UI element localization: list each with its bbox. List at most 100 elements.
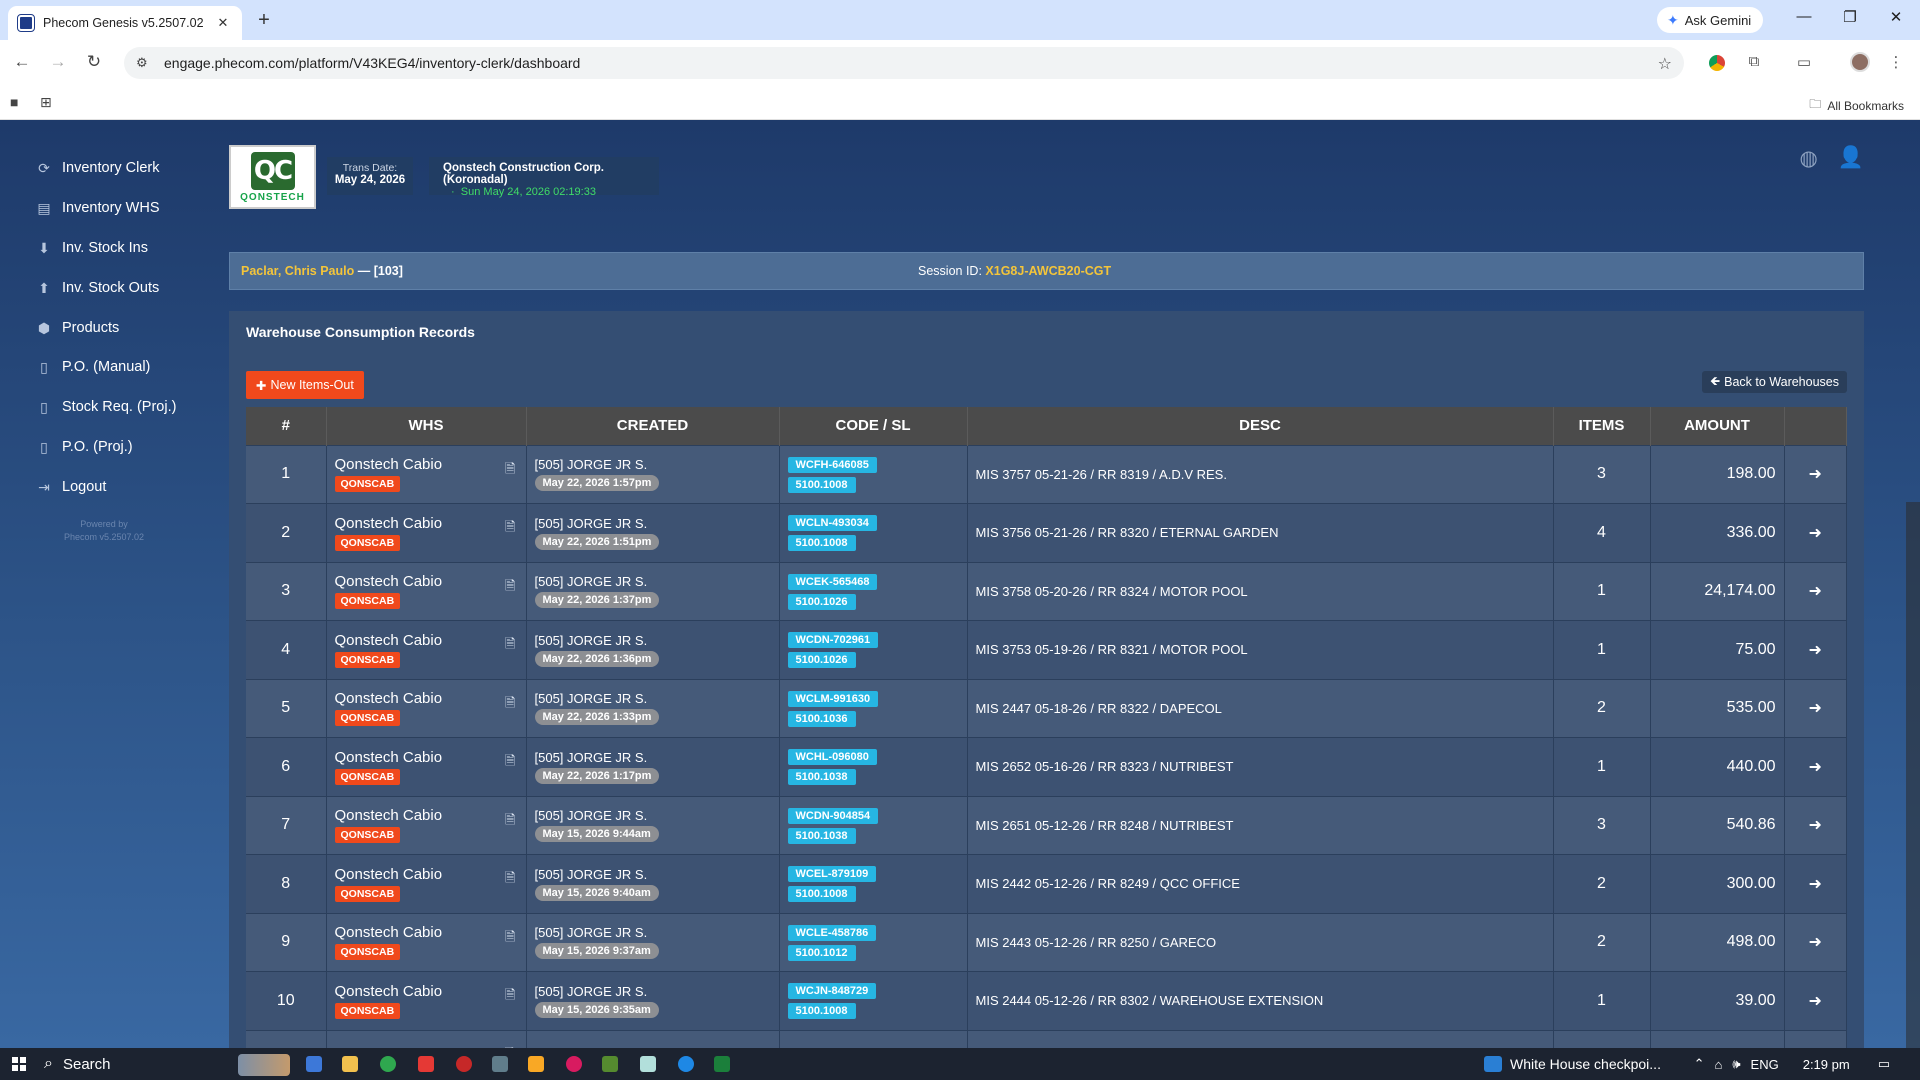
document-icon[interactable]: 🗎 [505, 694, 515, 716]
extensions-icon[interactable]: ⧉ [1744, 53, 1764, 70]
table-row[interactable]: 1 Qonstech Cabio QONSCAB 🗎 [505] JORGE J… [246, 444, 1847, 504]
chrome-extension-icon[interactable] [1709, 55, 1725, 71]
arrow-right-icon[interactable]: ➜ [1809, 466, 1822, 483]
col-header-num[interactable]: # [246, 407, 327, 445]
warehouse-cell: Qonstech Cabio QONSCAB 🗎 [326, 971, 527, 1030]
document-icon[interactable]: 🗎 [505, 986, 515, 1008]
restore-window-icon[interactable]: ❐ [1838, 8, 1862, 26]
arrow-right-icon[interactable]: ➜ [1809, 876, 1822, 893]
sidebar-item-stock-outs[interactable]: ⬆ Inv. Stock Outs [36, 276, 159, 300]
ask-gemini-button[interactable]: ✦ Ask Gemini [1657, 7, 1764, 33]
arrow-right-icon[interactable]: ➜ [1809, 525, 1822, 542]
new-items-out-button[interactable]: ✚ New Items-Out [246, 371, 364, 399]
notifications-icon[interactable]: ▭ [1878, 1056, 1890, 1072]
arrow-right-icon[interactable]: ➜ [1809, 817, 1822, 834]
document-icon[interactable]: 🗎 [505, 752, 515, 774]
document-icon[interactable]: 🗎 [505, 635, 515, 657]
sidebar-item-logout[interactable]: ⇥ Logout [36, 475, 106, 499]
tab-search-icon[interactable]: ▭ [1794, 53, 1814, 71]
sidebar-item-products[interactable]: ⬢ Products [36, 316, 119, 340]
close-window-icon[interactable]: ✕ [1884, 8, 1908, 26]
arrow-right-icon[interactable]: ➜ [1809, 993, 1822, 1010]
sidebar-item-po-proj[interactable]: ▯ P.O. (Proj.) [36, 435, 133, 459]
document-icon[interactable]: 🗎 [505, 811, 515, 833]
chevron-up-icon[interactable]: ⌃ [1694, 1056, 1705, 1072]
col-header-desc[interactable]: DESC [967, 407, 1554, 445]
document-icon[interactable]: 🗎 [505, 869, 515, 891]
arrow-right-icon[interactable]: ➜ [1809, 700, 1822, 717]
sidebar-item-stock-req-proj[interactable]: ▯ Stock Req. (Proj.) [36, 395, 176, 419]
table-row[interactable]: 6 Qonstech Cabio QONSCAB 🗎 [505] JORGE J… [246, 737, 1847, 796]
table-row[interactable]: 5 Qonstech Cabio QONSCAB 🗎 [505] JORGE J… [246, 678, 1847, 738]
table-row[interactable]: Qonstech Cabio 🗎 [505] JORGE JR S. WCHE-… [246, 1029, 1847, 1048]
col-header-code[interactable]: CODE / SL [779, 407, 968, 445]
col-header-amount[interactable]: AMOUNT [1650, 407, 1785, 445]
notepad-app-icon[interactable] [640, 1056, 656, 1072]
bookmark-app-icon[interactable]: ■ [10, 94, 18, 110]
user-icon[interactable]: 👤 [1838, 146, 1864, 171]
sidebar-item-inventory-whs[interactable]: ▤ Inventory WHS [36, 196, 159, 220]
sidebar-item-stock-ins[interactable]: ⬇ Inv. Stock Ins [36, 236, 148, 260]
table-row[interactable]: 4 Qonstech Cabio QONSCAB 🗎 [505] JORGE J… [246, 620, 1847, 679]
arrow-up-circle-icon: ⬆ [38, 279, 50, 296]
youtube-app-icon[interactable] [418, 1056, 434, 1072]
app-icon[interactable] [456, 1056, 472, 1072]
table-row[interactable]: 2 Qonstech Cabio QONSCAB 🗎 [505] JORGE J… [246, 503, 1847, 562]
page-scrollbar[interactable] [1906, 502, 1920, 1048]
reload-icon[interactable]: ↻ [82, 52, 106, 72]
news-widget[interactable]: White House checkpoi... [1484, 1056, 1661, 1072]
browser-menu-icon[interactable]: ⋮ [1886, 53, 1906, 71]
arrow-right-icon[interactable]: ➜ [1809, 583, 1822, 600]
volume-icon[interactable]: 🕪 [1732, 1056, 1740, 1072]
new-tab-button[interactable]: + [253, 9, 275, 31]
language-indicator[interactable]: ENG [1751, 1057, 1779, 1072]
table-row[interactable]: 8 Qonstech Cabio QONSCAB 🗎 [505] JORGE J… [246, 854, 1847, 913]
clock[interactable]: 2:19 pm [1803, 1057, 1850, 1072]
document-icon[interactable]: 🗎 [505, 928, 515, 950]
sidebar-item-po-manual[interactable]: ▯ P.O. (Manual) [36, 355, 150, 379]
app-icon[interactable] [602, 1056, 618, 1072]
news-widget-thumbnail[interactable] [238, 1054, 290, 1076]
chrome-active-app-icon[interactable] [678, 1056, 694, 1072]
windows-start-icon[interactable] [12, 1057, 26, 1071]
url-text[interactable]: engage.phecom.com/platform/V43KEG4/inven… [164, 55, 580, 71]
open-record-cell: ➜ [1784, 678, 1847, 738]
sidebar-item-inventory-clerk[interactable]: ⟳ Inventory Clerk [36, 156, 159, 180]
calculator-app-icon[interactable] [492, 1056, 508, 1072]
col-header-created[interactable]: CREATED [526, 407, 780, 445]
document-icon[interactable]: 🗎 [505, 577, 515, 599]
apps-grid-icon[interactable]: ⊞ [40, 94, 52, 111]
all-bookmarks-button[interactable]: 🗀 All Bookmarks [1809, 95, 1904, 116]
media-app-icon[interactable] [566, 1056, 582, 1072]
document-icon[interactable]: 🗎 [505, 460, 515, 482]
copilot-app-icon[interactable] [306, 1056, 322, 1072]
arrow-right-icon[interactable]: ➜ [1809, 934, 1822, 951]
document-icon[interactable]: 🗎 [505, 518, 515, 540]
table-row[interactable]: 3 Qonstech Cabio QONSCAB 🗎 [505] JORGE J… [246, 561, 1847, 621]
network-icon[interactable]: ⌂ [1714, 1057, 1722, 1072]
arrow-right-icon[interactable]: ➜ [1809, 642, 1822, 659]
minimize-window-icon[interactable]: — [1792, 8, 1816, 25]
profile-avatar[interactable] [1850, 52, 1870, 72]
taskbar-search[interactable]: ⌕ Search [44, 1055, 111, 1073]
site-settings-icon[interactable]: ⚙ [136, 55, 156, 71]
sl-code-badge: 5100.1012 [787, 944, 856, 961]
col-header-whs[interactable]: WHS [326, 407, 527, 445]
bookmark-star-icon[interactable]: ☆ [1658, 54, 1672, 74]
chrome-app-icon[interactable] [380, 1056, 396, 1072]
forward-nav-icon[interactable]: → [46, 52, 70, 72]
globe-icon[interactable]: ◍ [1800, 146, 1818, 171]
table-row[interactable]: 9 Qonstech Cabio QONSCAB 🗎 [505] JORGE J… [246, 912, 1847, 972]
table-row[interactable]: 10 Qonstech Cabio QONSCAB 🗎 [505] JORGE … [246, 971, 1847, 1030]
close-tab-icon[interactable]: ✕ [214, 15, 232, 31]
file-explorer-app-icon[interactable] [342, 1056, 358, 1072]
back-nav-icon[interactable]: ← [10, 52, 34, 72]
excel-app-icon[interactable] [714, 1056, 730, 1072]
app-icon[interactable] [528, 1056, 544, 1072]
back-to-warehouses-button[interactable]: 🡸 Back to Warehouses [1701, 371, 1847, 393]
omnibox[interactable]: ⚙ engage.phecom.com/platform/V43KEG4/inv… [124, 47, 1684, 79]
table-row[interactable]: 7 Qonstech Cabio QONSCAB 🗎 [505] JORGE J… [246, 795, 1847, 855]
browser-tab[interactable]: Phecom Genesis v5.2507.02 ✕ [8, 6, 242, 40]
arrow-right-icon[interactable]: ➜ [1809, 759, 1822, 776]
col-header-items[interactable]: ITEMS [1553, 407, 1651, 445]
